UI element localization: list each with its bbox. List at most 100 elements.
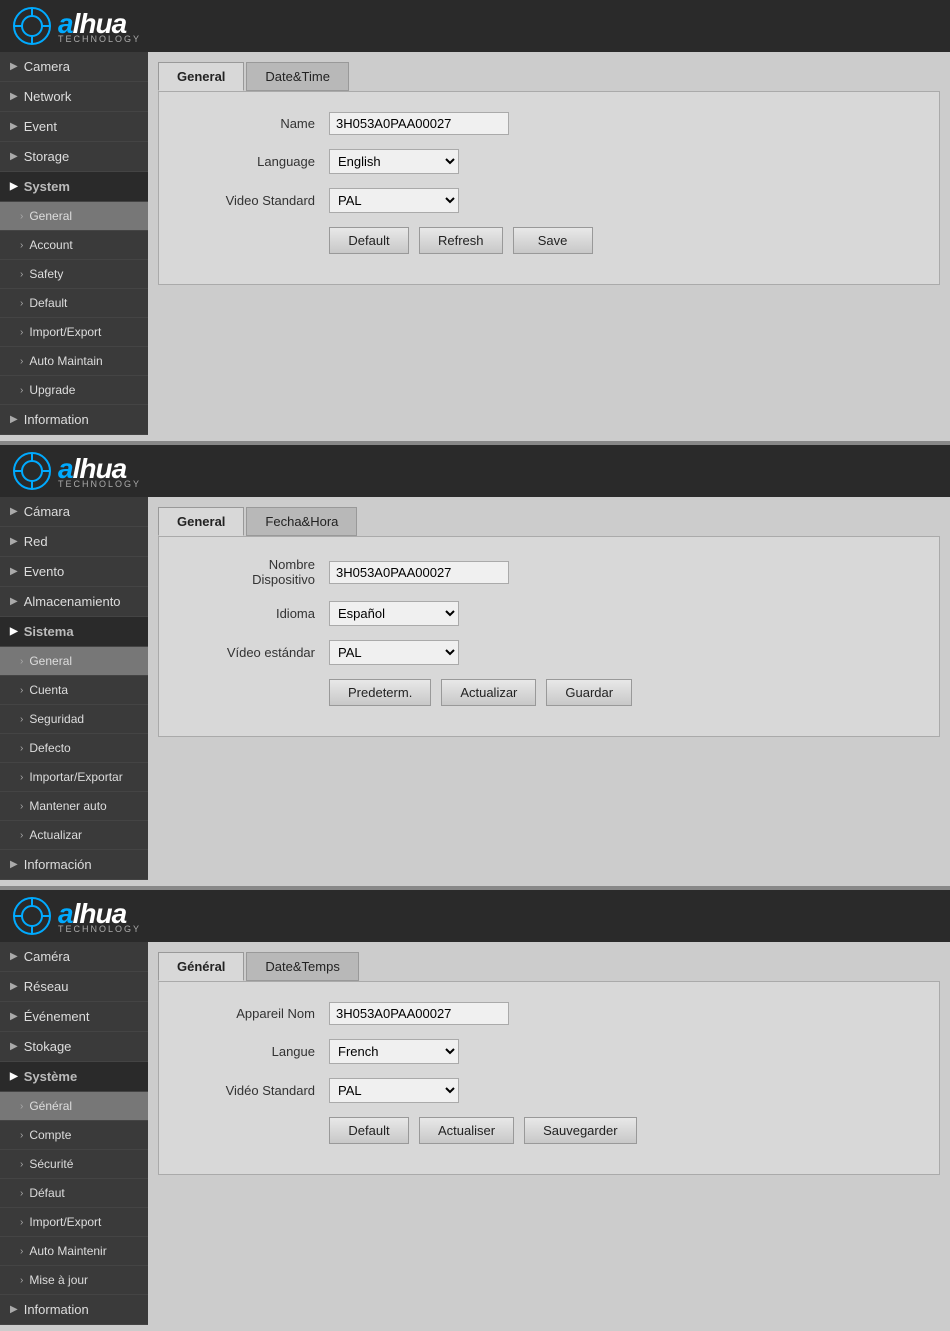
arrow-icon: ▶ (10, 61, 18, 72)
form-input-0[interactable] (329, 112, 509, 135)
sidebar-item-general[interactable]: ›General (0, 647, 148, 676)
sidebar-item-general[interactable]: ›General (0, 202, 148, 231)
header-bar: alhua TECHNOLOGY (0, 890, 950, 942)
logo: alhua TECHNOLOGY (12, 6, 141, 46)
form-select-2[interactable]: PALNTSC (329, 188, 459, 213)
sidebar-item-auto-maintain[interactable]: ›Auto Maintain (0, 347, 148, 376)
button-predeterm-[interactable]: Predeterm. (329, 679, 431, 706)
sidebar-label: Réseau (24, 979, 69, 994)
sidebar-item-network[interactable]: ▶Network (0, 82, 148, 112)
form-label-2: Vídeo estándar (189, 645, 329, 660)
sidebar-label: Information (24, 1302, 89, 1317)
sidebar-item-syst-me[interactable]: ▶Système (0, 1062, 148, 1092)
sidebar-item-storage[interactable]: ▶Storage (0, 142, 148, 172)
sidebar-item-d-faut[interactable]: ›Défaut (0, 1179, 148, 1208)
sidebar-label: Default (29, 296, 67, 310)
button-save[interactable]: Save (513, 227, 593, 254)
arrow-icon: ▶ (10, 414, 18, 425)
logo-icon (12, 451, 52, 491)
tabs: GeneralDate&Time (158, 62, 940, 91)
form-select-1[interactable]: FrenchEnglishEspañol (329, 1039, 459, 1064)
sidebar-item-s-curit-[interactable]: ›Sécurité (0, 1150, 148, 1179)
button-actualiser[interactable]: Actualiser (419, 1117, 514, 1144)
sidebar-item-camera[interactable]: ▶Camera (0, 52, 148, 82)
sidebar-label: Almacenamiento (24, 594, 121, 609)
button-guardar[interactable]: Guardar (546, 679, 632, 706)
sidebar: ▶Cámara▶Red▶Evento ▶ Almacenamiento ▶Sistem… (0, 497, 148, 880)
form-input-0[interactable] (329, 1002, 509, 1025)
sidebar-item-almacenamiento[interactable]: ▶ Almacenamiento (0, 587, 148, 617)
sidebar-item-cuenta[interactable]: ›Cuenta (0, 676, 148, 705)
form-select-1[interactable]: EspañolEnglishFrench (329, 601, 459, 626)
arrow-icon: › (20, 830, 23, 841)
form-select-1[interactable]: EnglishSpanishFrench (329, 149, 459, 174)
sidebar-item-information[interactable]: ▶Information (0, 405, 148, 435)
panel-spanish: alhua TECHNOLOGY ▶Cámara▶Red▶Evento▶Alma… (0, 445, 950, 880)
sidebar-item-mantener-auto[interactable]: ›Mantener auto (0, 792, 148, 821)
sidebar-label: Cámara (24, 504, 70, 519)
sidebar-item-seguridad[interactable]: ›Seguridad (0, 705, 148, 734)
sidebar-item-cam-ra[interactable]: ▶Caméra (0, 942, 148, 972)
sidebar-item-system[interactable]: ▶System (0, 172, 148, 202)
logo-sub: TECHNOLOGY (58, 924, 141, 934)
form-label-1: Langue (189, 1044, 329, 1059)
sidebar-item-mise---jour[interactable]: ›Mise à jour (0, 1266, 148, 1295)
tab-g-n-ral[interactable]: Général (158, 952, 244, 981)
sidebar-item-actualizar[interactable]: › Actualizar (0, 821, 148, 850)
sidebar-item-import-export[interactable]: ›Import/Export (0, 1208, 148, 1237)
tab-general[interactable]: General (158, 507, 244, 536)
sidebar-label: Cuenta (29, 683, 68, 697)
sidebar-label: Compte (29, 1128, 71, 1142)
sidebar-item-defecto[interactable]: ›Defecto (0, 734, 148, 763)
sidebar-label: Actualizar (29, 828, 82, 842)
sidebar-item-upgrade[interactable]: ›Upgrade (0, 376, 148, 405)
arrow-icon: ▶ (10, 951, 18, 962)
sidebar-item-g-n-ral[interactable]: ›Général (0, 1092, 148, 1121)
button-actualizar[interactable]: Actualizar (441, 679, 536, 706)
sidebar-item-sistema[interactable]: ▶Sistema (0, 617, 148, 647)
form-input-0[interactable] (329, 561, 509, 584)
arrow-icon: › (20, 1188, 23, 1199)
tab-date-time[interactable]: Date&Time (246, 62, 349, 91)
sidebar-item-compte[interactable]: ›Compte (0, 1121, 148, 1150)
form-select-2[interactable]: PALNTSC (329, 1078, 459, 1103)
sidebar-item-import-export[interactable]: ›Import/Export (0, 318, 148, 347)
sidebar-item-informaci-n[interactable]: ▶Información (0, 850, 148, 880)
sidebar-item-r-seau[interactable]: ▶Réseau (0, 972, 148, 1002)
form-label-0: NombreDispositivo (189, 557, 329, 587)
sidebar-item-red[interactable]: ▶Red (0, 527, 148, 557)
sidebar-item-c-mara[interactable]: ▶Cámara (0, 497, 148, 527)
tab-fecha-hora[interactable]: Fecha&Hora (246, 507, 357, 536)
tab-date-temps[interactable]: Date&Temps (246, 952, 358, 981)
sidebar-item--v-nement[interactable]: ▶Événement (0, 1002, 148, 1032)
sidebar-item-default[interactable]: ›Default (0, 289, 148, 318)
arrow-icon: › (20, 269, 23, 280)
button-refresh[interactable]: Refresh (419, 227, 503, 254)
sidebar-item-safety[interactable]: ›Safety (0, 260, 148, 289)
form-label-0: Appareil Nom (189, 1006, 329, 1021)
sidebar-item-stokage[interactable]: ▶Stokage (0, 1032, 148, 1062)
arrow-icon: › (20, 1101, 23, 1112)
arrow-icon: ▶ (10, 121, 18, 132)
arrow-icon: ▶ (10, 596, 18, 607)
sidebar-item-evento[interactable]: ▶Evento (0, 557, 148, 587)
tab-general[interactable]: General (158, 62, 244, 91)
sidebar-label: General (29, 209, 72, 223)
sidebar-item-account[interactable]: ›Account (0, 231, 148, 260)
sidebar-item-importar-exportar[interactable]: ›Importar/Exportar (0, 763, 148, 792)
logo-sub: TECHNOLOGY (58, 479, 141, 489)
main-content: GeneralFecha&HoraNombreDispositivoIdioma… (148, 497, 950, 880)
sidebar-label: Network (24, 89, 72, 104)
form-label-0: Name (189, 116, 329, 131)
sidebar-item-information[interactable]: ▶Information (0, 1295, 148, 1325)
arrow-icon: ▶ (10, 151, 18, 162)
sidebar-item-event[interactable]: ▶Event (0, 112, 148, 142)
button-default[interactable]: Default (329, 1117, 409, 1144)
logo-icon (12, 6, 52, 46)
arrow-icon: › (20, 1246, 23, 1257)
button-sauvegarder[interactable]: Sauvegarder (524, 1117, 636, 1144)
sidebar-item-auto-maintenir[interactable]: ›Auto Maintenir (0, 1237, 148, 1266)
button-default[interactable]: Default (329, 227, 409, 254)
panel-french: alhua TECHNOLOGY ▶Caméra▶Réseau▶Événemen… (0, 890, 950, 1325)
form-select-2[interactable]: PALNTSC (329, 640, 459, 665)
